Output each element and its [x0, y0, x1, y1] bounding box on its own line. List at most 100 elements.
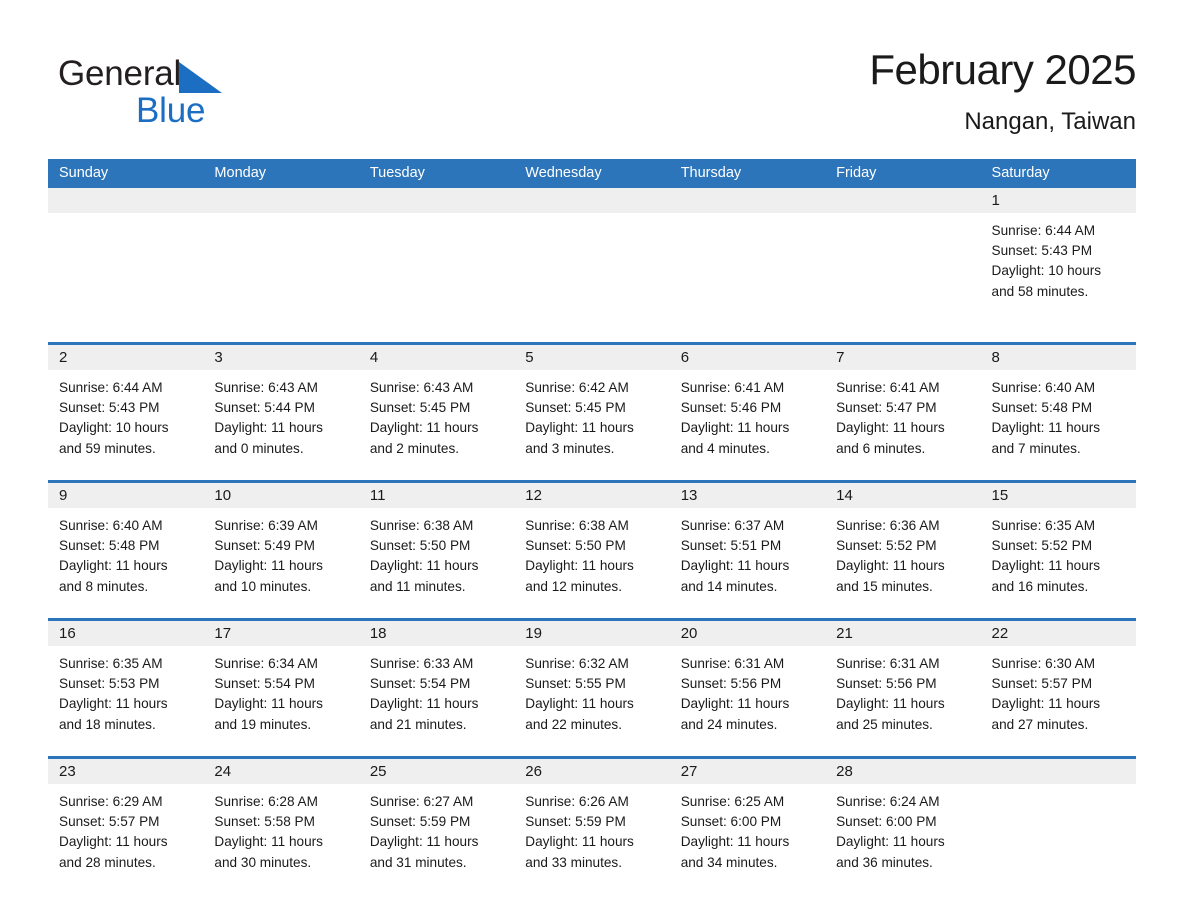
day-sunrise-text: Sunrise: 6:43 AM — [369, 380, 474, 395]
day-number[interactable]: 1 — [981, 188, 1136, 213]
day-sunrise-text: Sunrise: 6:43 AM — [214, 380, 318, 395]
day-number[interactable]: 25 — [359, 759, 514, 784]
calendar-week-row: 23 24 25 26 27 28 Sunrise: 6:29 AM Sunset: 5:57… — [48, 756, 1136, 894]
day-sunset-text: Sunset: 5:52 PM — [991, 538, 1093, 554]
day-number[interactable]: 6 — [670, 345, 825, 370]
day-number[interactable]: 17 — [203, 621, 358, 646]
day-number[interactable]: 8 — [981, 345, 1136, 370]
day-sunset-text: Sunset: 5:57 PM — [59, 814, 160, 830]
day-sunrise-text: Sunrise: 6:40 AM — [991, 380, 1096, 395]
day-sunset-text: Sunset: 5:49 PM — [214, 538, 315, 554]
day-cell[interactable]: Sunrise: 6:40 AM Sunset: 5:48 PM Daylight:… — [48, 508, 203, 618]
day-sunset-text: Sunset: 5:52 PM — [836, 538, 937, 554]
day-daylight-line2-text: and 24 minutes. — [680, 716, 778, 732]
day-cell-empty — [48, 213, 203, 342]
day-sunrise-text: Sunrise: 6:39 AM — [214, 518, 318, 533]
day-sunrise-text: Sunrise: 6:34 AM — [214, 656, 318, 671]
day-daylight-line1-text: Daylight: 11 hours — [59, 558, 168, 574]
day-cell[interactable]: Sunrise: 6:35 AM Sunset: 5:52 PM Daylight:… — [981, 508, 1136, 618]
day-cell-empty — [825, 213, 980, 342]
day-sunset-text: Sunset: 5:43 PM — [59, 400, 160, 416]
day-cell[interactable]: Sunrise: 6:29 AM Sunset: 5:57 PM Daylight:… — [48, 784, 203, 894]
day-number[interactable]: 12 — [514, 483, 669, 508]
day-number[interactable]: 16 — [48, 621, 203, 646]
day-cell[interactable]: Sunrise: 6:36 AM Sunset: 5:52 PM Daylight:… — [825, 508, 980, 618]
calendar-week-row: 9 10 11 12 13 14 15 Sunrise: 6:40 AM Sunset: 5:4… — [48, 480, 1136, 618]
day-sunset-text: Sunset: 5:48 PM — [59, 538, 160, 554]
day-number[interactable]: 21 — [825, 621, 980, 646]
day-number[interactable]: 13 — [670, 483, 825, 508]
day-number-band: 2345678 — [48, 345, 1136, 370]
day-number-empty — [825, 188, 980, 213]
day-cell[interactable]: Sunrise: 6:33 AM Sunset: 5:54 PM Daylight:… — [359, 646, 514, 756]
day-cell[interactable]: Sunrise: 6:44 AM Sunset: 5:43 PM Daylight:… — [981, 213, 1136, 342]
day-detail-band: Sunrise: 6:44 AM Sunset: 5:43 PM Daylight:… — [48, 213, 1136, 342]
day-cell[interactable]: Sunrise: 6:30 AM Sunset: 5:57 PM Daylight:… — [981, 646, 1136, 756]
day-sunset-text: Sunset: 5:57 PM — [991, 676, 1093, 692]
day-cell[interactable]: Sunrise: 6:43 AM Sunset: 5:44 PM Daylight:… — [203, 370, 358, 480]
day-number[interactable]: 28 — [825, 759, 980, 784]
day-detail-band: Sunrise: 6:35 AM Sunset: 5:53 PM Daylight:… — [48, 646, 1136, 756]
day-daylight-line2-text: and 14 minutes. — [680, 578, 778, 594]
day-sunset-text: Sunset: 6:00 PM — [680, 814, 782, 830]
day-cell-empty — [514, 213, 669, 342]
day-number[interactable]: 9 — [48, 483, 203, 508]
day-number[interactable]: 26 — [514, 759, 669, 784]
day-number[interactable]: 4 — [359, 345, 514, 370]
day-daylight-line2-text: and 6 minutes. — [836, 440, 926, 456]
day-daylight-line2-text: and 12 minutes. — [525, 578, 622, 594]
day-number[interactable]: 7 — [825, 345, 980, 370]
day-sunset-text: Sunset: 5:54 PM — [214, 676, 315, 692]
day-number[interactable]: 11 — [359, 483, 514, 508]
day-daylight-line1-text: Daylight: 11 hours — [836, 834, 945, 850]
day-number[interactable]: 15 — [981, 483, 1136, 508]
day-daylight-line1-text: Daylight: 11 hours — [525, 420, 634, 436]
day-number[interactable]: 10 — [203, 483, 358, 508]
day-cell[interactable]: Sunrise: 6:24 AM Sunset: 6:00 PM Daylight:… — [825, 784, 980, 894]
day-daylight-line1-text: Daylight: 11 hours — [214, 420, 323, 436]
day-cell[interactable]: Sunrise: 6:28 AM Sunset: 5:58 PM Daylight:… — [203, 784, 358, 894]
day-number[interactable]: 23 — [48, 759, 203, 784]
day-number[interactable]: 2 — [48, 345, 203, 370]
day-cell[interactable]: Sunrise: 6:41 AM Sunset: 5:47 PM Daylight:… — [825, 370, 980, 480]
day-cell[interactable]: Sunrise: 6:31 AM Sunset: 5:56 PM Daylight:… — [670, 646, 825, 756]
day-daylight-line1-text: Daylight: 11 hours — [369, 420, 479, 436]
day-cell[interactable]: Sunrise: 6:26 AM Sunset: 5:59 PM Daylight:… — [514, 784, 669, 894]
day-cell[interactable]: Sunrise: 6:38 AM Sunset: 5:50 PM Daylight:… — [359, 508, 514, 618]
day-cell[interactable]: Sunrise: 6:41 AM Sunset: 5:46 PM Daylight:… — [670, 370, 825, 480]
day-number[interactable]: 24 — [203, 759, 358, 784]
day-daylight-line2-text: and 15 minutes. — [836, 578, 933, 594]
day-daylight-line1-text: Daylight: 11 hours — [369, 834, 479, 850]
day-cell-empty — [203, 213, 358, 342]
day-cell[interactable]: Sunrise: 6:25 AM Sunset: 6:00 PM Daylight:… — [670, 784, 825, 894]
day-cell[interactable]: Sunrise: 6:39 AM Sunset: 5:49 PM Daylight:… — [203, 508, 358, 618]
day-number[interactable]: 14 — [825, 483, 980, 508]
day-daylight-line1-text: Daylight: 11 hours — [836, 420, 945, 436]
day-cell[interactable]: Sunrise: 6:35 AM Sunset: 5:53 PM Daylight:… — [48, 646, 203, 756]
day-daylight-line2-text: and 8 minutes. — [59, 578, 149, 594]
day-cell[interactable]: Sunrise: 6:27 AM Sunset: 5:59 PM Daylight:… — [359, 784, 514, 894]
day-cell[interactable]: Sunrise: 6:37 AM Sunset: 5:51 PM Daylight:… — [670, 508, 825, 618]
day-number[interactable]: 27 — [670, 759, 825, 784]
day-cell[interactable]: Sunrise: 6:44 AM Sunset: 5:43 PM Daylight:… — [48, 370, 203, 480]
day-cell[interactable]: Sunrise: 6:40 AM Sunset: 5:48 PM Daylight:… — [981, 370, 1136, 480]
day-number[interactable]: 18 — [359, 621, 514, 646]
day-cell[interactable]: Sunrise: 6:43 AM Sunset: 5:45 PM Daylight:… — [359, 370, 514, 480]
day-number[interactable]: 5 — [514, 345, 669, 370]
day-number[interactable]: 20 — [670, 621, 825, 646]
day-daylight-line1-text: Daylight: 11 hours — [680, 558, 790, 574]
day-number[interactable]: 3 — [203, 345, 358, 370]
day-cell[interactable]: Sunrise: 6:32 AM Sunset: 5:55 PM Daylight:… — [514, 646, 669, 756]
day-daylight-line2-text: and 27 minutes. — [991, 716, 1089, 732]
day-cell[interactable]: Sunrise: 6:31 AM Sunset: 5:56 PM Daylight:… — [825, 646, 980, 756]
day-number[interactable]: 19 — [514, 621, 669, 646]
masthead: General Blue February 2025 Nangan, Taiwa… — [48, 44, 1136, 154]
day-sunset-text: Sunset: 5:53 PM — [59, 676, 160, 692]
day-cell[interactable]: Sunrise: 6:42 AM Sunset: 5:45 PM Daylight:… — [514, 370, 669, 480]
day-cell[interactable]: Sunrise: 6:38 AM Sunset: 5:50 PM Daylight:… — [514, 508, 669, 618]
day-daylight-line2-text: and 19 minutes. — [214, 716, 312, 732]
weekday-header-tuesday: Tuesday — [369, 165, 425, 181]
day-cell[interactable]: Sunrise: 6:34 AM Sunset: 5:54 PM Daylight:… — [203, 646, 358, 756]
weekday-header-sunday: Sunday — [59, 165, 109, 181]
day-number[interactable]: 22 — [981, 621, 1136, 646]
